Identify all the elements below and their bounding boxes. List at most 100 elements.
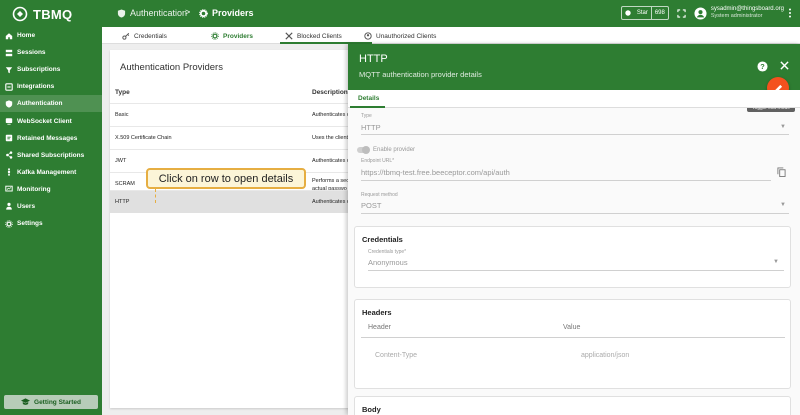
- monitor-icon: [5, 186, 13, 192]
- sidebar-item-label: Home: [17, 32, 36, 40]
- header-value-input[interactable]: application/json: [581, 352, 629, 359]
- shield-icon: [117, 8, 126, 18]
- cell-type: JWT: [115, 158, 127, 164]
- provider-details-drawer: HTTP MQTT authentication provider detail…: [348, 44, 800, 415]
- fullscreen-icon[interactable]: [677, 8, 686, 18]
- sidebar-item-kafka-management[interactable]: Kafka Management: [0, 164, 102, 181]
- cell-description: Authenticates c: [312, 112, 350, 118]
- shared-icon: [6, 151, 13, 159]
- sidebar-item-monitoring[interactable]: Monitoring: [0, 181, 102, 198]
- breadcrumb-separator: >: [185, 7, 191, 17]
- user-name: sysadmin@thingsboard.org: [710, 6, 784, 12]
- github-icon: [622, 7, 634, 19]
- tab-label: Unauthorized Clients: [376, 32, 437, 40]
- headers-divider: [361, 337, 785, 338]
- tab-providers[interactable]: Providers: [211, 32, 253, 40]
- endpoint-underline: [361, 180, 771, 181]
- cell-description: Authenticates c: [312, 199, 350, 205]
- sidebar-item-shared-subscriptions[interactable]: Shared Subscriptions: [0, 147, 102, 164]
- sidebar-item-label: Integrations: [17, 83, 55, 91]
- hint-callout: Click on row to open details: [146, 168, 306, 189]
- headers-section: Headers Header Value Content-Type applic…: [354, 299, 791, 389]
- tab-label: Providers: [223, 32, 253, 40]
- sidebar-item-label: Authentication: [17, 100, 63, 108]
- sidebar-item-label: Subscriptions: [17, 66, 61, 74]
- sidebar-item-sessions[interactable]: Sessions: [0, 44, 102, 61]
- integrations-icon: [5, 83, 13, 91]
- body-title: Body: [362, 405, 381, 414]
- tab-label: Blocked Clients: [297, 32, 342, 40]
- sidebar-item-retained-messages[interactable]: Retained Messages: [0, 130, 102, 147]
- close-icon[interactable]: [780, 61, 789, 70]
- body-section: Body: [354, 396, 791, 415]
- enable-provider-label: Enable provider: [373, 147, 416, 153]
- gear-icon: [199, 8, 208, 18]
- sidebar-item-websocket-client[interactable]: WebSocket Client: [0, 112, 102, 129]
- providers-card: Authentication Providers Type Descriptio…: [110, 50, 350, 408]
- sidebar-item-label: WebSocket Client: [17, 117, 72, 125]
- sidebar-item-label: Sessions: [17, 49, 46, 57]
- credentials-type-label: Credentials type*: [368, 249, 407, 255]
- headers-title: Headers: [362, 308, 392, 317]
- chevron-down-icon: ▼: [780, 202, 786, 208]
- gear-icon: [211, 32, 219, 40]
- cell-type: X.509 Certificate Chain: [115, 135, 172, 141]
- tab-blocked-clients[interactable]: Blocked Clients: [285, 32, 342, 40]
- tab-credentials[interactable]: Credentials: [122, 32, 167, 40]
- table-row-selected[interactable]: HTTP Authenticates c: [110, 190, 350, 213]
- enable-provider-toggle[interactable]: [357, 146, 370, 154]
- type-select[interactable]: HTTP: [361, 123, 381, 132]
- active-tab-indicator: [350, 106, 385, 108]
- sidebar-item-integrations[interactable]: Integrations: [0, 78, 102, 95]
- logo[interactable]: TBMQ: [12, 6, 72, 22]
- sidebar-item-home[interactable]: Home: [0, 27, 102, 44]
- tab-unauthorized-clients[interactable]: Unauthorized Clients: [364, 32, 436, 40]
- chevron-down-icon: ▼: [773, 259, 779, 265]
- table-row[interactable]: Basic Authenticates c: [110, 103, 350, 126]
- github-star-button[interactable]: Star 698: [620, 6, 669, 20]
- header-name-input[interactable]: Content-Type: [375, 352, 417, 359]
- tab-details[interactable]: Details: [358, 95, 379, 102]
- retained-icon: [5, 134, 13, 142]
- help-icon[interactable]: ?: [757, 61, 768, 72]
- sidebar-item-subscriptions[interactable]: Subscriptions: [0, 61, 102, 78]
- user-menu[interactable]: sysadmin@thingsboard.org System administ…: [694, 6, 792, 20]
- credentials-title: Credentials: [362, 235, 403, 244]
- cell-description-line1: Performs a sec: [312, 178, 349, 184]
- value-column-label: Value: [563, 324, 581, 331]
- more-vert-icon[interactable]: [788, 8, 792, 18]
- copy-icon[interactable]: [777, 167, 786, 177]
- table-row[interactable]: X.509 Certificate Chain Uses the client: [110, 126, 350, 149]
- header-column-label: Header: [368, 324, 391, 331]
- drawer-title: HTTP: [359, 53, 388, 65]
- block-icon: [285, 32, 293, 40]
- cell-description: Uses the client: [312, 135, 349, 141]
- sidebar-item-users[interactable]: Users: [0, 198, 102, 215]
- svg-text:?: ?: [760, 62, 765, 71]
- drawer-tabs: Details: [348, 90, 800, 108]
- endpoint-label: Endpoint URL*: [361, 158, 395, 164]
- user-role: System administrator: [710, 13, 763, 19]
- cell-type: HTTP: [115, 199, 130, 205]
- home-icon: [5, 32, 13, 39]
- breadcrumb-first-label: Authentication: [130, 8, 188, 18]
- cell-type: Basic: [115, 112, 129, 118]
- filter-icon: [5, 66, 13, 73]
- getting-started-button[interactable]: Getting Started: [4, 395, 98, 409]
- column-header-type[interactable]: Type: [115, 89, 130, 96]
- column-header-description[interactable]: Description: [312, 89, 348, 96]
- sidebar-item-settings[interactable]: Settings: [0, 215, 102, 232]
- credentials-type-select[interactable]: Anonymous: [368, 258, 408, 267]
- credentials-section: Credentials Credentials type* Anonymous …: [354, 226, 791, 288]
- tbmq-logo-icon: [12, 6, 28, 22]
- kafka-icon: [7, 168, 11, 177]
- type-underline: [361, 134, 789, 135]
- sidebar-item-label: Monitoring: [17, 185, 51, 193]
- method-select[interactable]: POST: [361, 201, 381, 210]
- sessions-icon: [5, 49, 13, 56]
- method-underline: [361, 213, 789, 214]
- endpoint-input[interactable]: https://tbmq-test.free.beeceptor.com/api…: [361, 168, 510, 177]
- star-count: 698: [650, 7, 668, 19]
- breadcrumb-authentication[interactable]: Authentication: [117, 8, 187, 18]
- sidebar-item-authentication[interactable]: Authentication: [0, 95, 102, 113]
